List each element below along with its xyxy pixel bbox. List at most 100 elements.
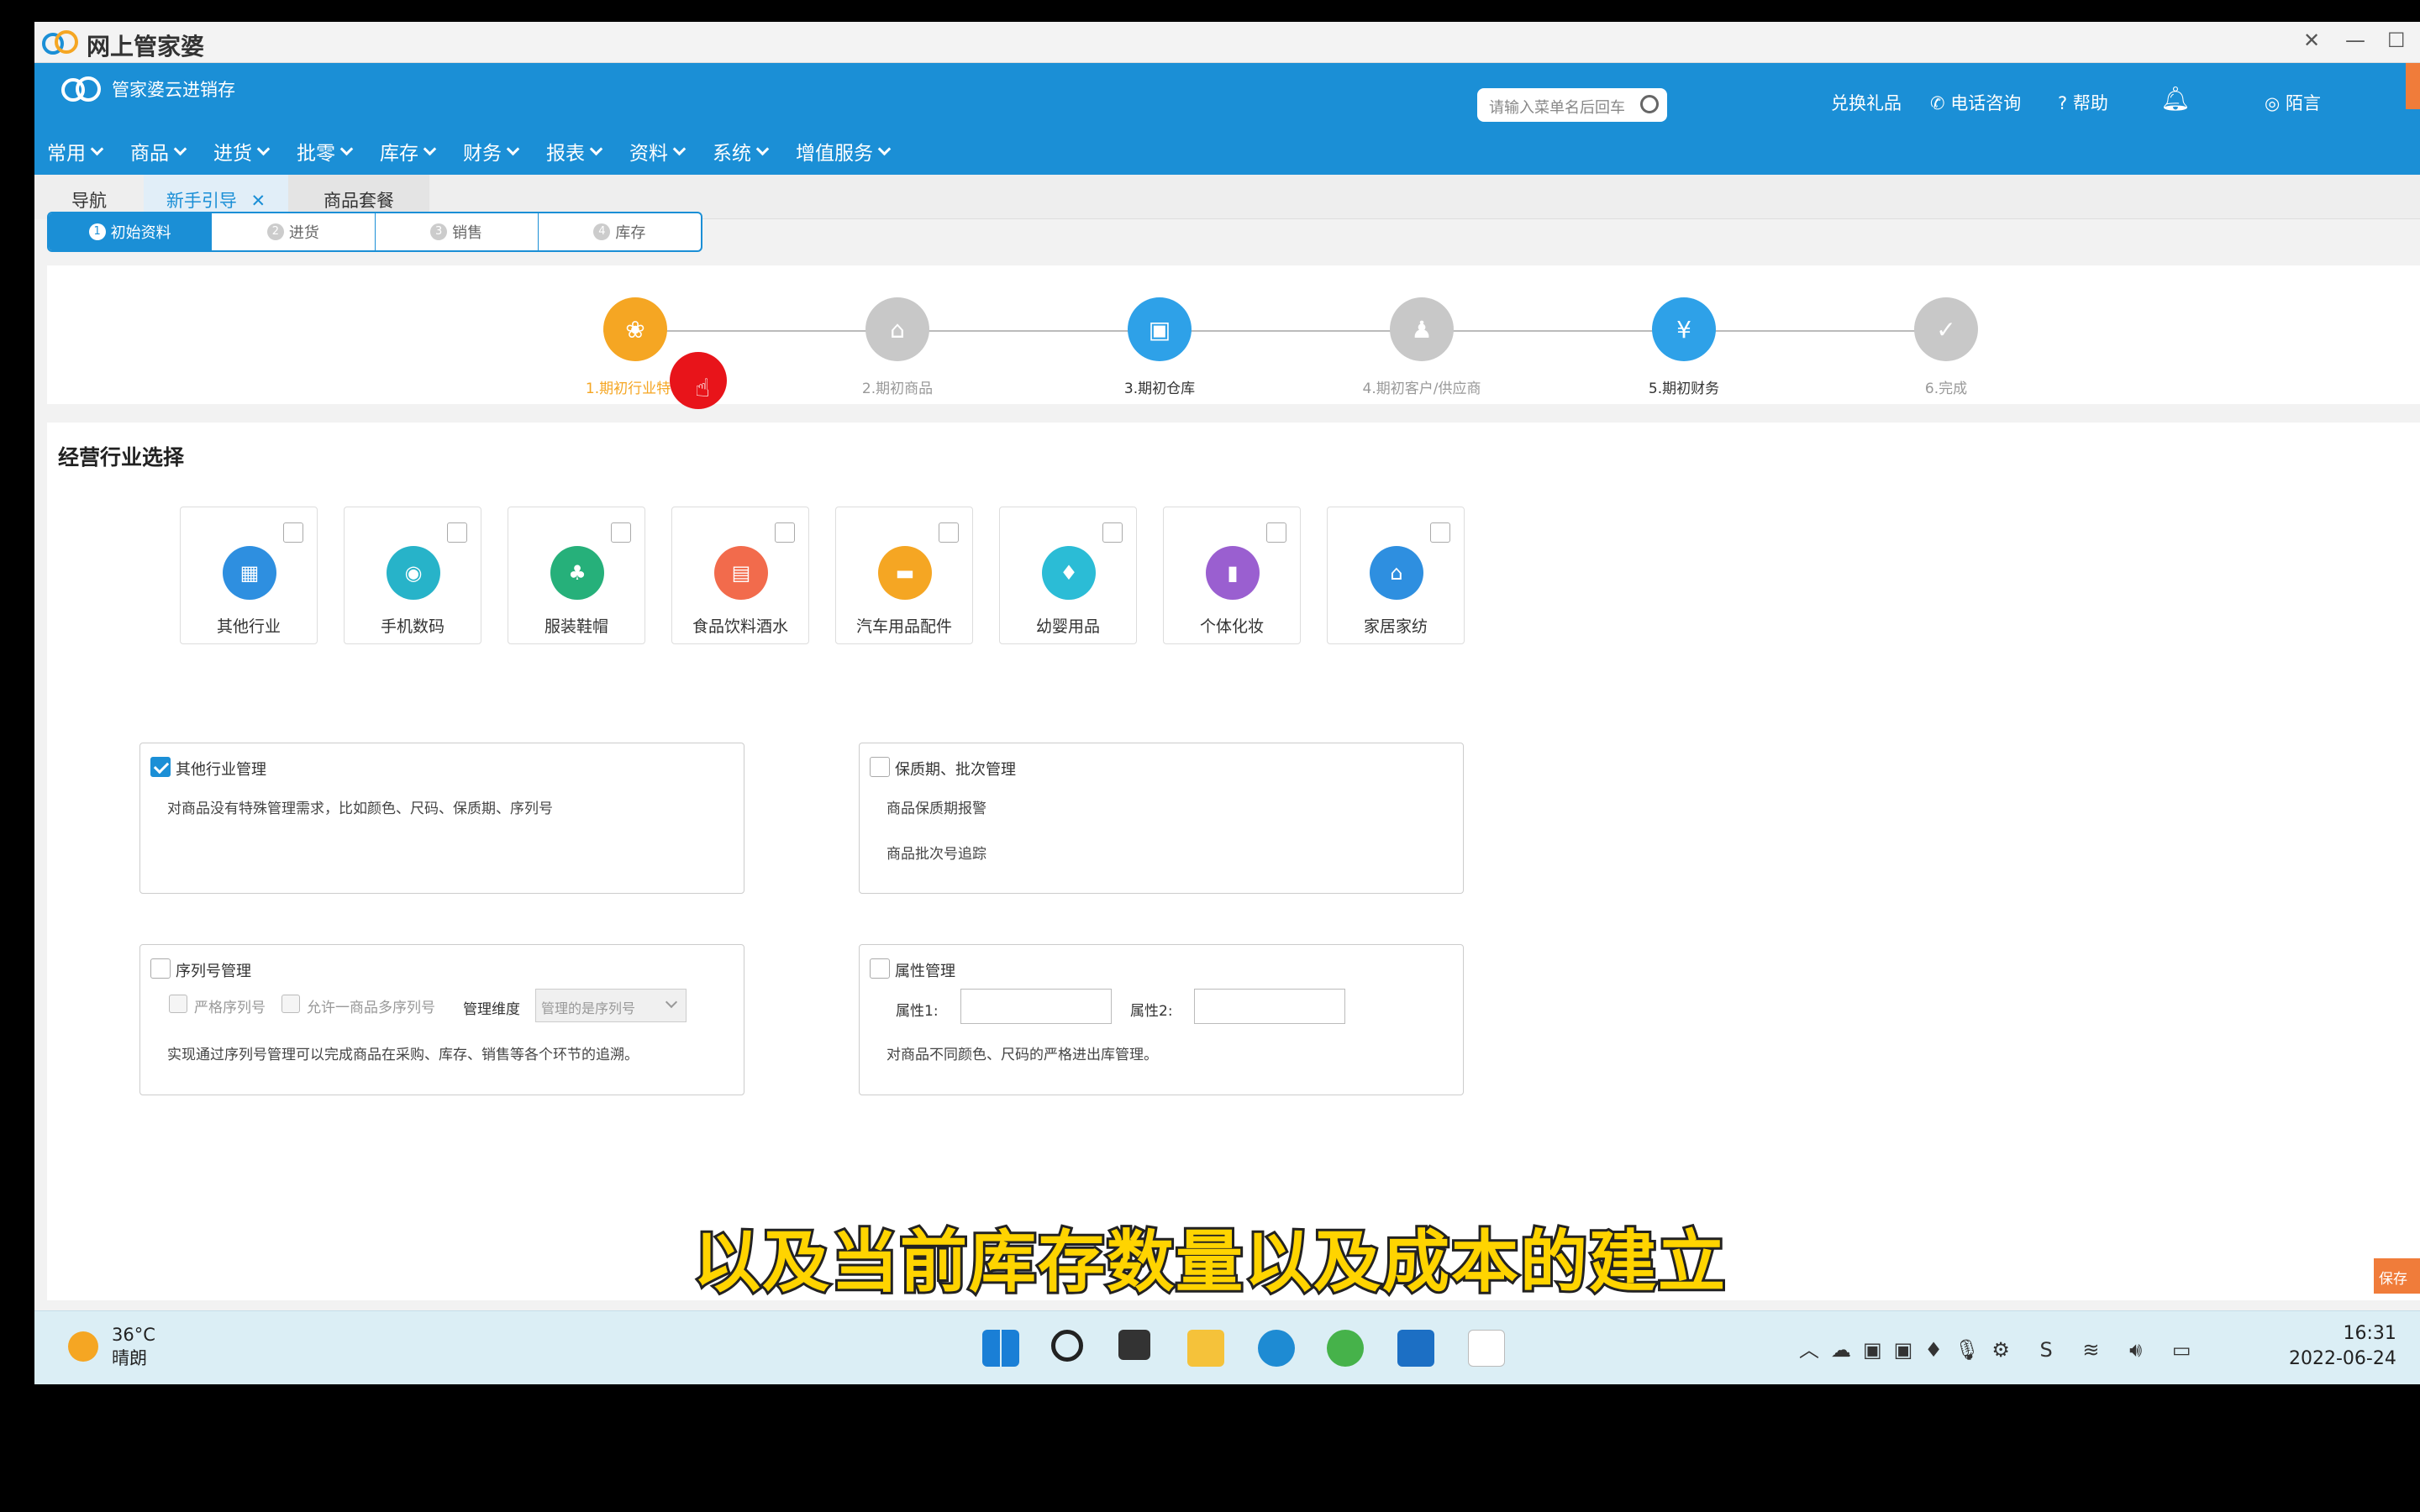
click-indicator: ☝ <box>670 352 727 409</box>
gift-link[interactable]: 兑换礼品 <box>1831 90 1902 115</box>
menu-item-7[interactable]: 资料 <box>629 137 687 165</box>
menu-item-1[interactable]: 商品 <box>130 137 187 165</box>
wizard-tab-0[interactable]: 1 初始资料 <box>49 213 213 250</box>
weather-widget[interactable]: 36°C 晴朗 <box>68 1323 155 1370</box>
menu-item-2[interactable]: 进货 <box>213 137 271 165</box>
other-industry-box: 其他行业管理 对商品没有特殊管理需求，比如颜色、尺码、保质期、序列号 <box>139 743 744 894</box>
shelf-life-checkbox[interactable] <box>870 757 890 777</box>
dimension-label: 管理维度 <box>463 1001 520 1018</box>
industry-card[interactable]: ▤ 食品饮料酒水 <box>671 507 809 644</box>
side-orange-tab[interactable] <box>2406 63 2420 109</box>
industry-checkbox[interactable] <box>1102 522 1123 543</box>
industry-card[interactable]: ▮ 个体化妆 <box>1163 507 1301 644</box>
maximize-button[interactable]: ☐ <box>2387 29 2406 52</box>
industry-checkbox[interactable] <box>283 522 303 543</box>
clock[interactable]: 16:31 2022-06-24 <box>2289 1321 2396 1372</box>
weather-cond: 晴朗 <box>112 1348 147 1368</box>
step-label: 2.期初商品 <box>861 381 934 397</box>
industry-label: 家居家纺 <box>1363 617 1428 636</box>
industry-checkbox[interactable] <box>775 522 795 543</box>
industry-checkbox[interactable] <box>611 522 631 543</box>
wizard-tab-label: 进货 <box>288 224 319 242</box>
attribute-title: 属性管理 <box>895 963 955 980</box>
user-menu[interactable]: ◎ 陌言 <box>2265 90 2321 115</box>
phone-link[interactable]: ✆ 电话咨询 <box>1930 90 2021 115</box>
menu-item-4[interactable]: 库存 <box>380 137 437 165</box>
guanjiapo-icon[interactable] <box>1468 1330 1505 1367</box>
menu-item-9[interactable]: 增值服务 <box>796 137 892 165</box>
main-menu: 常用 商品 进货 批零 库存 财务 报表 资料 系统 增值服务 <box>47 137 918 165</box>
industry-icon: ◉ <box>387 546 440 600</box>
chevron-down-icon <box>256 142 271 155</box>
chevron-down-icon <box>90 142 104 155</box>
industry-checkbox[interactable] <box>1266 522 1286 543</box>
step-3[interactable]: ▣ 3.期初仓库 <box>1076 297 1244 397</box>
minimize-button[interactable]: — <box>2345 29 2365 52</box>
wizard-tab-1[interactable]: 2 进货 <box>212 213 376 250</box>
step-6[interactable]: ✓ 6.完成 <box>1862 297 2030 397</box>
step-2[interactable]: ⌂ 2.期初商品 <box>813 297 981 397</box>
industry-card[interactable]: ♣ 服装鞋帽 <box>508 507 645 644</box>
industry-card[interactable]: ◉ 手机数码 <box>344 507 481 644</box>
attr2-input[interactable] <box>1194 989 1345 1024</box>
search-icon[interactable] <box>1640 95 1659 113</box>
dimension-select[interactable]: 管理的是序列号 <box>535 989 687 1022</box>
chevron-down-icon <box>755 142 770 155</box>
menu-search-input[interactable]: 请输入菜单名后回车 <box>1477 88 1667 122</box>
app-window-icon[interactable] <box>1397 1330 1434 1367</box>
industry-card[interactable]: ▬ 汽车用品配件 <box>835 507 973 644</box>
chevron-down-icon <box>877 142 892 155</box>
menu-item-6[interactable]: 报表 <box>546 137 603 165</box>
app-logo-icon <box>41 27 82 57</box>
clock-date: 2022-06-24 <box>2289 1348 2396 1369</box>
other-industry-checkbox[interactable] <box>150 757 171 777</box>
bell-icon[interactable]: 🔔︎ <box>2160 85 2191 113</box>
step-5[interactable]: ¥5.期初财务 <box>1600 297 1768 397</box>
cloud-logo-icon <box>61 76 101 102</box>
attribute-box: 属性管理 属性1: 属性2: 对商品不同颜色、尺码的严格进出库管理。 <box>859 944 1464 1095</box>
hand-cursor-icon: ☝ <box>695 374 711 403</box>
task-view-icon[interactable] <box>1118 1330 1150 1360</box>
menu-item-3[interactable]: 批零 <box>297 137 354 165</box>
edge-icon[interactable] <box>1258 1330 1295 1367</box>
pin-icon[interactable]: ✕ <box>2303 29 2320 52</box>
wizard-tab-2[interactable]: 3 销售 <box>376 213 539 250</box>
help-link[interactable]: ? 帮助 <box>2058 90 2108 115</box>
folder-icon[interactable] <box>1187 1330 1224 1367</box>
attr1-input[interactable] <box>960 989 1112 1024</box>
step-label: 3.期初仓库 <box>1123 381 1196 397</box>
industry-label: 个体化妆 <box>1199 617 1264 636</box>
search-taskbar-icon[interactable] <box>1051 1330 1083 1362</box>
industry-checkbox[interactable] <box>1430 522 1450 543</box>
multi-serial-checkbox[interactable] <box>281 995 300 1013</box>
attribute-checkbox[interactable] <box>870 958 890 979</box>
menu-item-0[interactable]: 常用 <box>47 137 104 165</box>
industry-card[interactable]: ▦ 其他行业 <box>180 507 318 644</box>
wizard-tab-3[interactable]: 4 库存 <box>539 213 701 250</box>
step-icon: ▣ <box>1128 297 1192 361</box>
video-subtitle: 以及当前库存数量以及成本的建立 <box>691 1221 1728 1304</box>
serial-desc: 实现通过序列号管理可以完成商品在采购、库存、销售等各个环节的追溯。 <box>167 1047 639 1063</box>
tray-icons[interactable]: ︿☁▣▣♦🎙︎⚙ S ≋ 🔊︎ ▭ <box>1799 1333 2203 1362</box>
tab-nav-label: 导航 <box>71 191 107 211</box>
weather-temp: 36°C <box>112 1325 155 1345</box>
menu-item-label: 常用 <box>47 143 86 165</box>
menu-item-5[interactable]: 财务 <box>463 137 520 165</box>
industry-icon: ▤ <box>714 546 768 600</box>
chevron-down-icon <box>506 142 520 155</box>
user-icon: ◎ <box>2265 93 2281 113</box>
menu-item-label: 进货 <box>213 143 252 165</box>
close-icon[interactable]: ✕ <box>251 191 266 211</box>
ie-icon[interactable] <box>1327 1330 1364 1367</box>
industry-card[interactable]: ♦ 幼婴用品 <box>999 507 1137 644</box>
industry-card[interactable]: ⌂ 家居家纺 <box>1327 507 1465 644</box>
menu-item-8[interactable]: 系统 <box>713 137 770 165</box>
strict-serial-checkbox[interactable] <box>169 995 187 1013</box>
industry-checkbox[interactable] <box>939 522 959 543</box>
wizard-step-number: 2 <box>266 223 284 240</box>
industry-label: 手机数码 <box>380 617 445 636</box>
start-icon[interactable] <box>982 1330 1019 1367</box>
industry-checkbox[interactable] <box>447 522 467 543</box>
step-4[interactable]: ♟ 4.期初客户/供应商 <box>1338 297 1506 397</box>
serial-checkbox[interactable] <box>150 958 171 979</box>
